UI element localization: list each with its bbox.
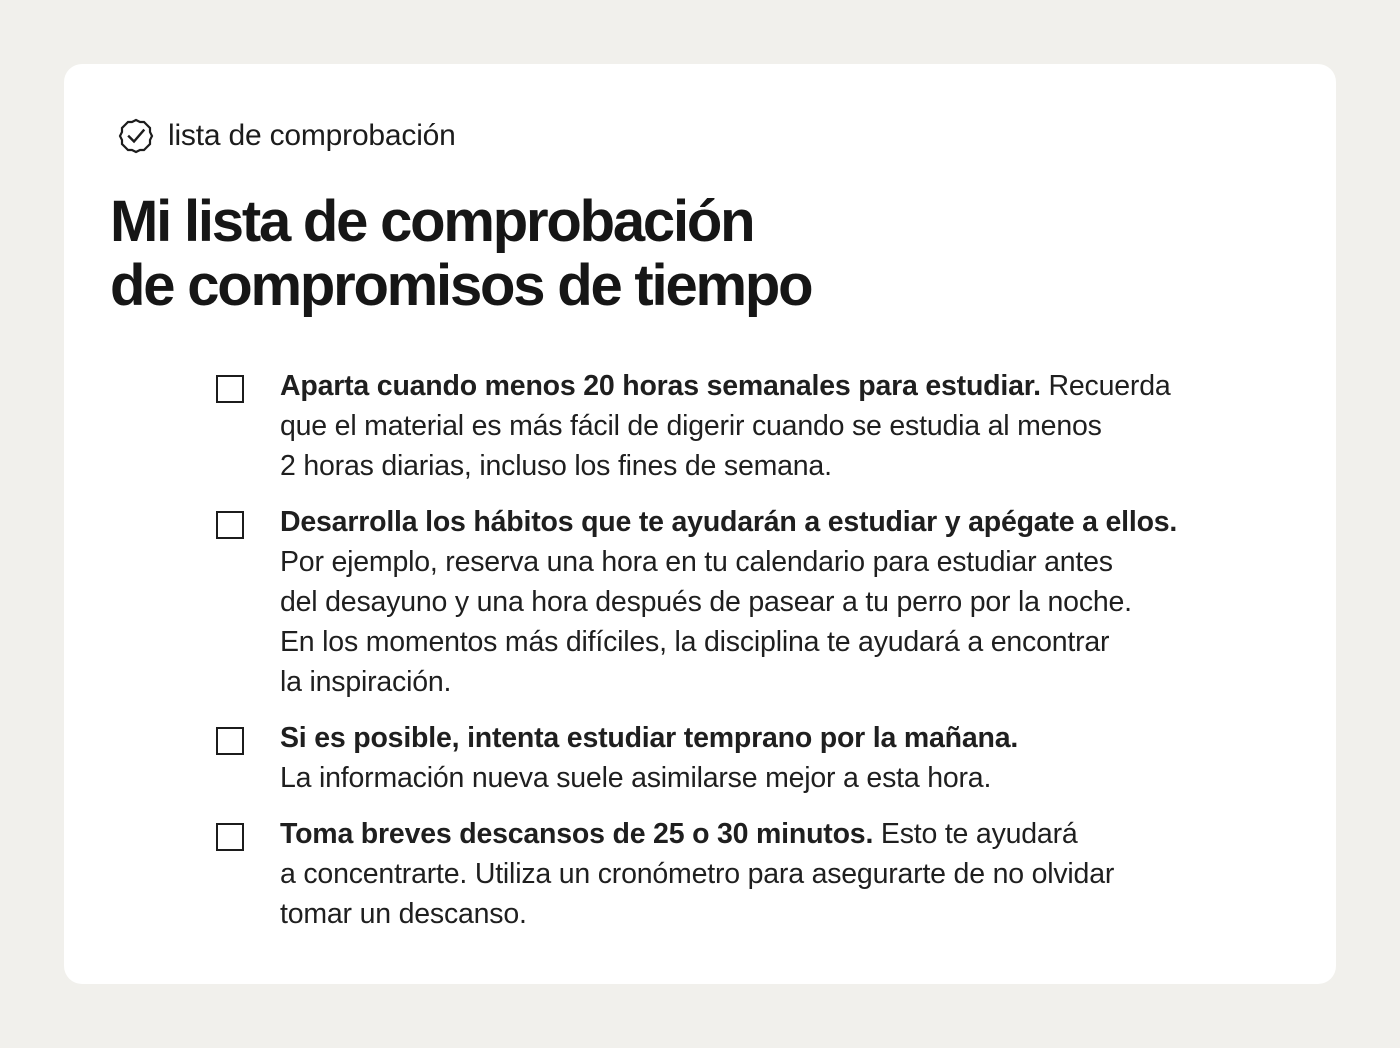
checkbox[interactable] bbox=[216, 375, 244, 403]
checklist-item: Aparta cuando menos 20 horas semanales p… bbox=[216, 366, 1306, 486]
checklist-item-text: Desarrolla los hábitos que te ayudarán a… bbox=[280, 502, 1177, 702]
checklist-item-line: que el material es más fácil de digerir … bbox=[280, 410, 1102, 442]
eyebrow-label: lista de comprobación bbox=[168, 119, 456, 152]
checklist-item-first-line-rest: Recuerda bbox=[1040, 370, 1171, 402]
checklist-item-line: tomar un descanso. bbox=[280, 898, 527, 930]
checklist-card: lista de comprobación Mi lista de compro… bbox=[64, 64, 1336, 984]
checklist-item: Desarrolla los hábitos que te ayudarán a… bbox=[216, 502, 1306, 702]
checklist-item-line: a concentrarte. Utiliza un cronómetro pa… bbox=[280, 858, 1115, 890]
check-circle-icon bbox=[118, 118, 154, 154]
page-title-line-1: Mi lista de comprobación bbox=[110, 189, 756, 254]
checklist-item-first-line: Toma breves descansos de 25 o 30 minutos… bbox=[280, 814, 1114, 854]
checklist-item-line: La información nueva suele asimilarse me… bbox=[280, 762, 992, 794]
checklist-item-first-line: Aparta cuando menos 20 horas semanales p… bbox=[280, 366, 1171, 406]
checklist-item-first-line: Desarrolla los hábitos que te ayudarán a… bbox=[280, 502, 1177, 542]
checklist-item-lead: Aparta cuando menos 20 horas semanales p… bbox=[280, 370, 1041, 402]
checklist-item-lead: Desarrolla los hábitos que te ayudarán a… bbox=[280, 506, 1178, 538]
checklist-item-line: En los momentos más difíciles, la discip… bbox=[280, 626, 1110, 658]
checklist-item-line: la inspiración. bbox=[280, 666, 452, 698]
checklist-item: Toma breves descansos de 25 o 30 minutos… bbox=[216, 814, 1306, 934]
checklist-item-first-line: Si es posible, intenta estudiar temprano… bbox=[280, 718, 1018, 758]
checkbox[interactable] bbox=[216, 823, 244, 851]
checklist-item-lead: Si es posible, intenta estudiar temprano… bbox=[280, 722, 1019, 754]
checklist-item-line: del desayuno y una hora después de pasea… bbox=[280, 586, 1132, 618]
checklist: Aparta cuando menos 20 horas semanales p… bbox=[216, 366, 1306, 950]
checklist-item: Si es posible, intenta estudiar temprano… bbox=[216, 718, 1306, 798]
checklist-item-line: Por ejemplo, reserva una hora en tu cale… bbox=[280, 546, 1113, 578]
checklist-item-line: 2 horas diarias, incluso los fines de se… bbox=[280, 450, 832, 482]
checklist-item-text: Toma breves descansos de 25 o 30 minutos… bbox=[280, 814, 1114, 934]
eyebrow: lista de comprobación bbox=[118, 118, 456, 154]
checklist-item-text: Aparta cuando menos 20 horas semanales p… bbox=[280, 366, 1171, 486]
checklist-item-lead: Toma breves descansos de 25 o 30 minutos… bbox=[280, 818, 874, 850]
checklist-item-text: Si es posible, intenta estudiar temprano… bbox=[280, 718, 1018, 798]
checklist-item-first-line-rest: Esto te ayudará bbox=[873, 818, 1078, 850]
page-title-line-2: de compromisos de tiempo bbox=[110, 253, 814, 318]
checkbox[interactable] bbox=[216, 727, 244, 755]
page-title: Mi lista de comprobación de compromisos … bbox=[110, 189, 814, 318]
checkbox[interactable] bbox=[216, 511, 244, 539]
